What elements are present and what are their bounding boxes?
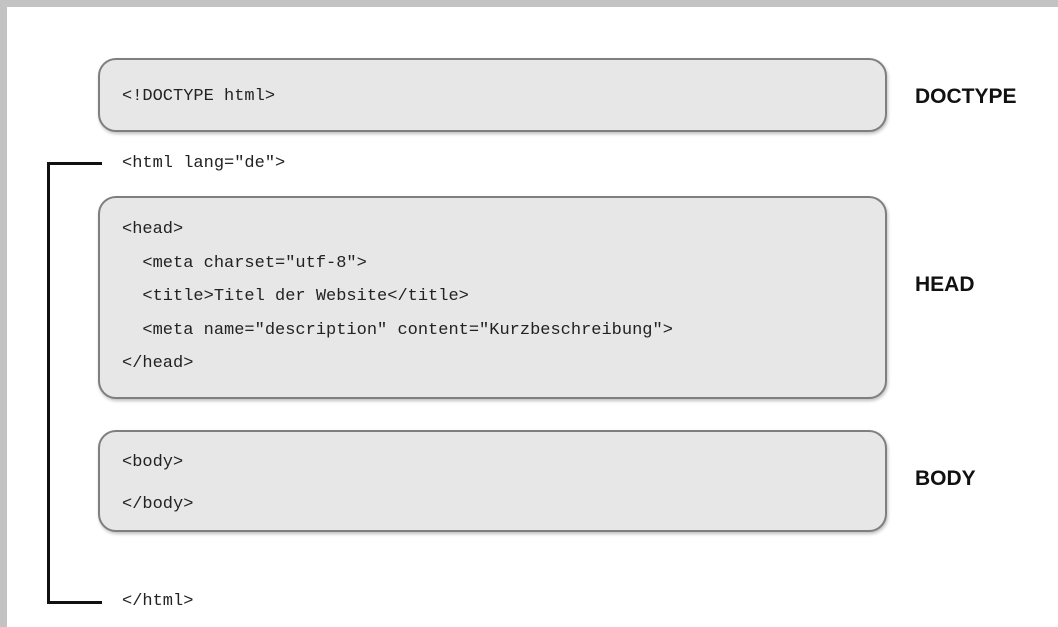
html-bracket-vertical xyxy=(47,162,50,604)
html-bracket-top xyxy=(47,162,102,165)
body-label: BODY xyxy=(915,467,976,490)
head-line: <title>Titel der Website</title> xyxy=(122,287,469,306)
doctype-label: DOCTYPE xyxy=(915,85,1017,108)
html-open-tag: <html lang="de"> xyxy=(122,154,286,173)
body-close-tag: </body> xyxy=(122,495,194,514)
head-label: HEAD xyxy=(915,273,975,296)
head-line: </head> xyxy=(122,354,194,373)
head-line: <meta name="description" content="Kurzbe… xyxy=(122,321,673,340)
doctype-code: <!DOCTYPE html> xyxy=(122,87,276,106)
body-open-tag: <body> xyxy=(122,453,184,472)
head-line: <meta charset="utf-8"> xyxy=(122,254,367,273)
body-box xyxy=(98,430,887,532)
head-line: <head> xyxy=(122,220,184,239)
html-bracket-bottom xyxy=(47,601,102,604)
html-close-tag: </html> xyxy=(122,592,194,611)
